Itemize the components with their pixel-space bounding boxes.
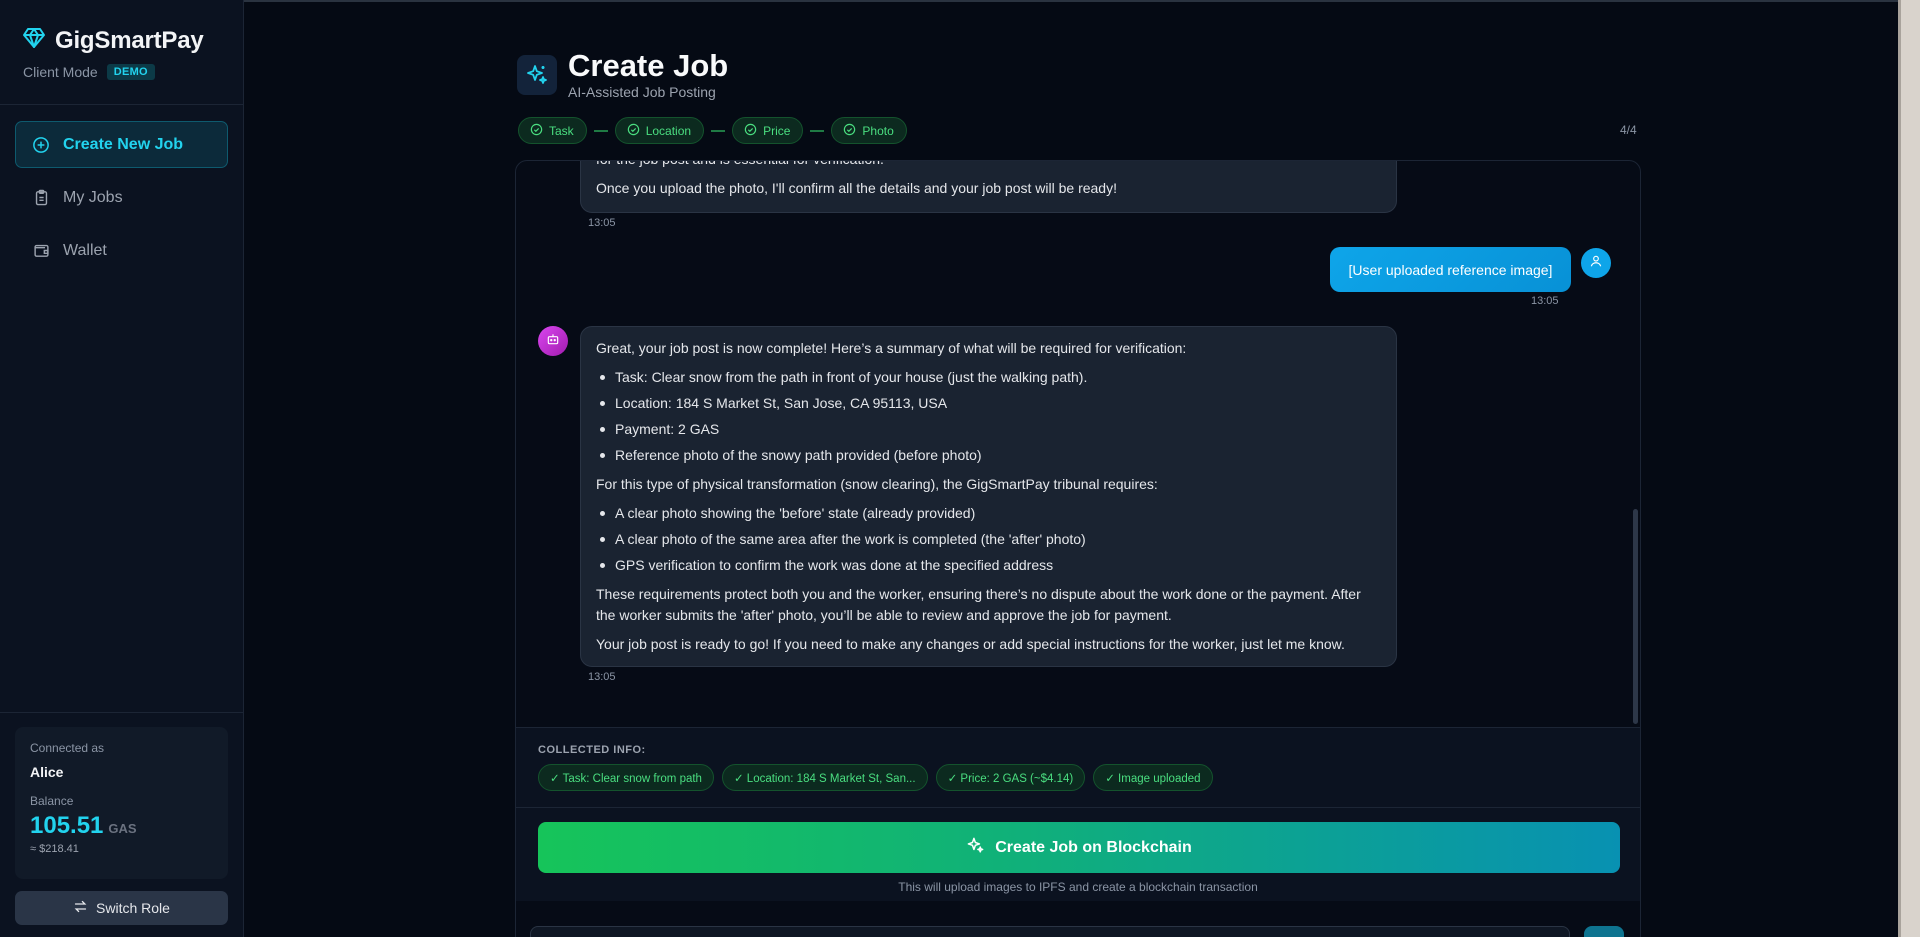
- switch-role-button[interactable]: Switch Role: [15, 891, 228, 925]
- step-connector: [711, 129, 726, 132]
- info-tag-task: ✓ Task: Clear snow from path: [538, 764, 714, 791]
- list-item: Task: Clear snow from the path in front …: [596, 367, 1381, 388]
- collected-info: COLLECTED INFO: ✓ Task: Clear snow from …: [516, 727, 1640, 807]
- timestamp: 13:05: [588, 217, 616, 229]
- balance-usd: ≈ $218.41: [30, 843, 79, 855]
- swap-icon: [73, 899, 88, 917]
- page-title: Create Job: [568, 48, 729, 83]
- divider: [0, 712, 243, 713]
- timestamp: 13:05: [1531, 295, 1559, 307]
- message-text: Your job post is ready to go! If you nee…: [596, 636, 1345, 652]
- message-text: These requirements protect both you and …: [596, 586, 1361, 623]
- sparkles-icon: [966, 836, 985, 860]
- connected-label: Connected as: [30, 741, 105, 755]
- step-label: Price: [763, 123, 791, 138]
- chat-panel: for the job post and is essential for ve…: [515, 160, 1641, 937]
- list-item: Payment: 2 GAS: [596, 419, 1381, 440]
- step-label: Photo: [862, 123, 894, 138]
- mode-row: Client Mode DEMO: [23, 64, 155, 80]
- sidebar: GigSmartPay Client Mode DEMO Create New …: [0, 0, 244, 937]
- create-note: This will upload images to IPFS and crea…: [898, 880, 1258, 894]
- message-text: for the job post and is essential for ve…: [596, 161, 1380, 170]
- sidebar-item-label: Create New Job: [63, 135, 184, 153]
- switch-role-label: Switch Role: [96, 900, 170, 916]
- create-job-button[interactable]: Create Job on Blockchain: [538, 822, 1620, 873]
- step-connector: [810, 129, 825, 132]
- demo-badge: DEMO: [106, 64, 155, 80]
- collected-tags: ✓ Task: Clear snow from path ✓ Location:…: [538, 764, 1213, 791]
- clipboard-icon: [32, 189, 50, 207]
- requirement-list: A clear photo showing the 'before' state…: [596, 503, 1381, 576]
- ai-message: Great, your job post is now complete! He…: [580, 326, 1397, 667]
- sidebar-item-my-jobs[interactable]: My Jobs: [15, 174, 228, 221]
- balance: 105.51 GAS: [30, 812, 213, 840]
- page-subtitle: AI-Assisted Job Posting: [568, 84, 716, 100]
- mode-label: Client Mode: [23, 64, 98, 80]
- step-photo: Photo: [831, 117, 907, 144]
- check-circle-icon: [843, 123, 856, 139]
- user-message: [User uploaded reference image]: [1330, 247, 1571, 292]
- window-top-border: [0, 0, 1898, 2]
- info-tag-location: ✓ Location: 184 S Market St, San...: [721, 764, 928, 791]
- step-count: 4/4: [1620, 123, 1637, 137]
- divider: [0, 104, 243, 105]
- window-edge: [1898, 0, 1920, 937]
- sidebar-nav: Create New Job My Jobs Wallet: [15, 121, 228, 280]
- list-item: A clear photo of the same area after the…: [596, 529, 1381, 550]
- send-button[interactable]: [1584, 926, 1624, 937]
- message-text: For this type of physical transformation…: [596, 476, 1158, 492]
- list-item: A clear photo showing the 'before' state…: [596, 503, 1381, 524]
- list-item: Reference photo of the snowy path provid…: [596, 445, 1381, 466]
- account-name: Alice: [30, 764, 64, 780]
- plus-circle-icon: [32, 136, 50, 154]
- create-job-area: Create Job on Blockchain This will uploa…: [516, 807, 1640, 901]
- balance-unit: GAS: [108, 821, 137, 836]
- step-task: Task: [518, 117, 587, 144]
- sidebar-item-label: My Jobs: [63, 188, 123, 206]
- step-label: Location: [645, 123, 692, 138]
- balance-value: 105.51: [30, 812, 104, 839]
- wallet-icon: [32, 242, 50, 260]
- ai-message: for the job post and is essential for ve…: [580, 161, 1397, 213]
- list-item: GPS verification to confirm the work was…: [596, 555, 1381, 576]
- step-location: Location: [614, 117, 705, 144]
- list-item: Location: 184 S Market St, San Jose, CA …: [596, 393, 1381, 414]
- balance-label: Balance: [30, 794, 74, 808]
- account-card: Connected as Alice Balance 105.51 GAS ≈ …: [15, 727, 228, 879]
- diamond-icon: [22, 26, 46, 55]
- user-avatar: [1581, 248, 1611, 278]
- user-icon: [1589, 254, 1603, 273]
- message-text: Great, your job post is now complete! He…: [596, 340, 1187, 356]
- sidebar-item-wallet[interactable]: Wallet: [15, 227, 228, 274]
- ai-avatar: [538, 326, 568, 356]
- message-text: [User uploaded reference image]: [1348, 261, 1553, 278]
- timestamp: 13:05: [588, 671, 616, 683]
- detail-list: Task: Clear snow from the path in front …: [596, 367, 1381, 466]
- step-price: Price: [732, 117, 804, 144]
- info-tag-price: ✓ Price: 2 GAS (~$4.14): [935, 764, 1086, 791]
- brand[interactable]: GigSmartPay: [22, 26, 204, 55]
- step-connector: [593, 129, 608, 132]
- create-job-label: Create Job on Blockchain: [995, 838, 1192, 856]
- sidebar-item-create-new-job[interactable]: Create New Job: [15, 121, 228, 168]
- check-circle-icon: [744, 123, 757, 139]
- sparkles-icon: [517, 55, 557, 95]
- scrollbar[interactable]: [1633, 509, 1638, 724]
- step-progress: Task Location Price Photo: [518, 117, 907, 144]
- step-label: Task: [549, 123, 574, 138]
- check-circle-icon: [627, 123, 640, 139]
- sidebar-item-label: Wallet: [63, 241, 107, 259]
- bot-icon: [546, 332, 560, 351]
- message-text: Once you upload the photo, I'll confirm …: [596, 180, 1117, 196]
- message-input[interactable]: [530, 926, 1570, 937]
- window-edge-border: [1898, 0, 1901, 937]
- check-circle-icon: [530, 123, 543, 139]
- message-list[interactable]: for the job post and is essential for ve…: [516, 161, 1640, 726]
- info-tag-image: ✓ Image uploaded: [1093, 764, 1213, 791]
- collected-title: COLLECTED INFO:: [538, 744, 646, 756]
- brand-name: GigSmartPay: [55, 26, 204, 54]
